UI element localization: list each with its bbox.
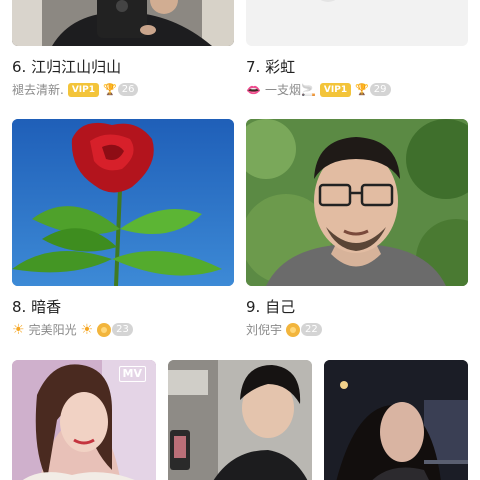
song-meta: 👄 一支烟🚬 VIP1 🏆 29 xyxy=(246,81,391,98)
vip-badge: VIP1 xyxy=(67,82,100,97)
song-title[interactable]: 8. 暗香 xyxy=(12,296,61,317)
loading-placeholder-icon xyxy=(320,0,336,2)
trophy-icon: 🏆 xyxy=(355,83,369,96)
red-rose-photo-icon xyxy=(12,119,234,286)
vip-badge: VIP1 xyxy=(319,82,352,97)
bottom-card-thumbnail-3[interactable] xyxy=(324,360,468,480)
woman-night-photo-icon xyxy=(324,360,468,480)
mv-badge: MV xyxy=(118,366,146,382)
coin-icon xyxy=(286,322,301,337)
count-badge: 26 xyxy=(117,83,139,96)
song-title[interactable]: 6. 江归江山归山 xyxy=(12,56,121,77)
username[interactable]: 刘倪宇 xyxy=(246,321,282,338)
coin-icon xyxy=(97,322,112,337)
song-meta: 刘倪宇 22 xyxy=(246,321,322,338)
card-thumbnail[interactable] xyxy=(12,119,234,286)
count-badge: 23 xyxy=(112,323,133,336)
bottom-card-thumbnail-2[interactable] xyxy=(168,360,312,480)
song-meta: ☀ 完美阳光 ☀ 23 xyxy=(12,321,133,338)
count-badge: 22 xyxy=(301,323,322,336)
card-thumbnail[interactable] xyxy=(12,0,234,46)
song-title[interactable]: 9. 自己 xyxy=(246,296,295,317)
card-thumbnail[interactable] xyxy=(246,119,468,286)
username[interactable]: 褪去清新. xyxy=(12,81,64,98)
username[interactable]: 一支烟🚬 xyxy=(265,81,316,98)
person-photo-icon xyxy=(12,0,234,46)
trophy-count: 🏆 26 xyxy=(103,83,139,96)
bottom-card-thumbnail-1[interactable]: MV xyxy=(12,360,156,480)
trophy-count: 🏆 29 xyxy=(355,83,391,96)
sun-icon: ☀ xyxy=(12,321,25,338)
sun-icon: ☀ xyxy=(80,321,94,338)
song-meta: 褪去清新. VIP1 🏆 26 xyxy=(12,81,139,98)
coin-count: 22 xyxy=(286,322,322,337)
card-thumbnail[interactable] xyxy=(246,0,468,46)
man-portrait-photo-icon xyxy=(246,119,468,286)
song-title[interactable]: 7. 彩虹 xyxy=(246,56,295,77)
username[interactable]: 完美阳光 xyxy=(29,321,77,338)
coin-count: 23 xyxy=(97,322,133,337)
count-badge: 29 xyxy=(369,83,391,96)
trophy-icon: 🏆 xyxy=(103,83,117,96)
lips-icon: 👄 xyxy=(246,82,261,97)
man-selfie-photo-icon xyxy=(168,360,312,480)
